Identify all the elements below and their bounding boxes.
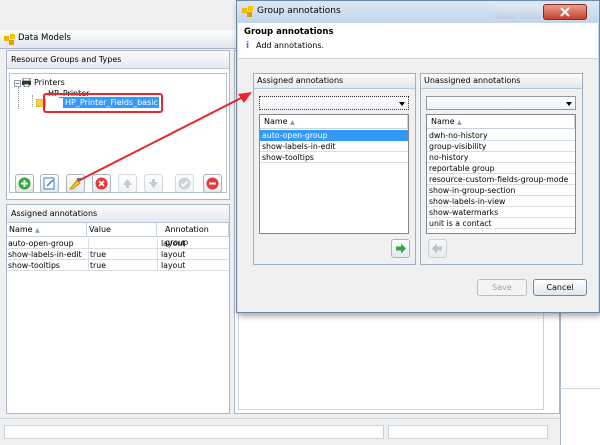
- annotation-arrow: [77, 92, 252, 182]
